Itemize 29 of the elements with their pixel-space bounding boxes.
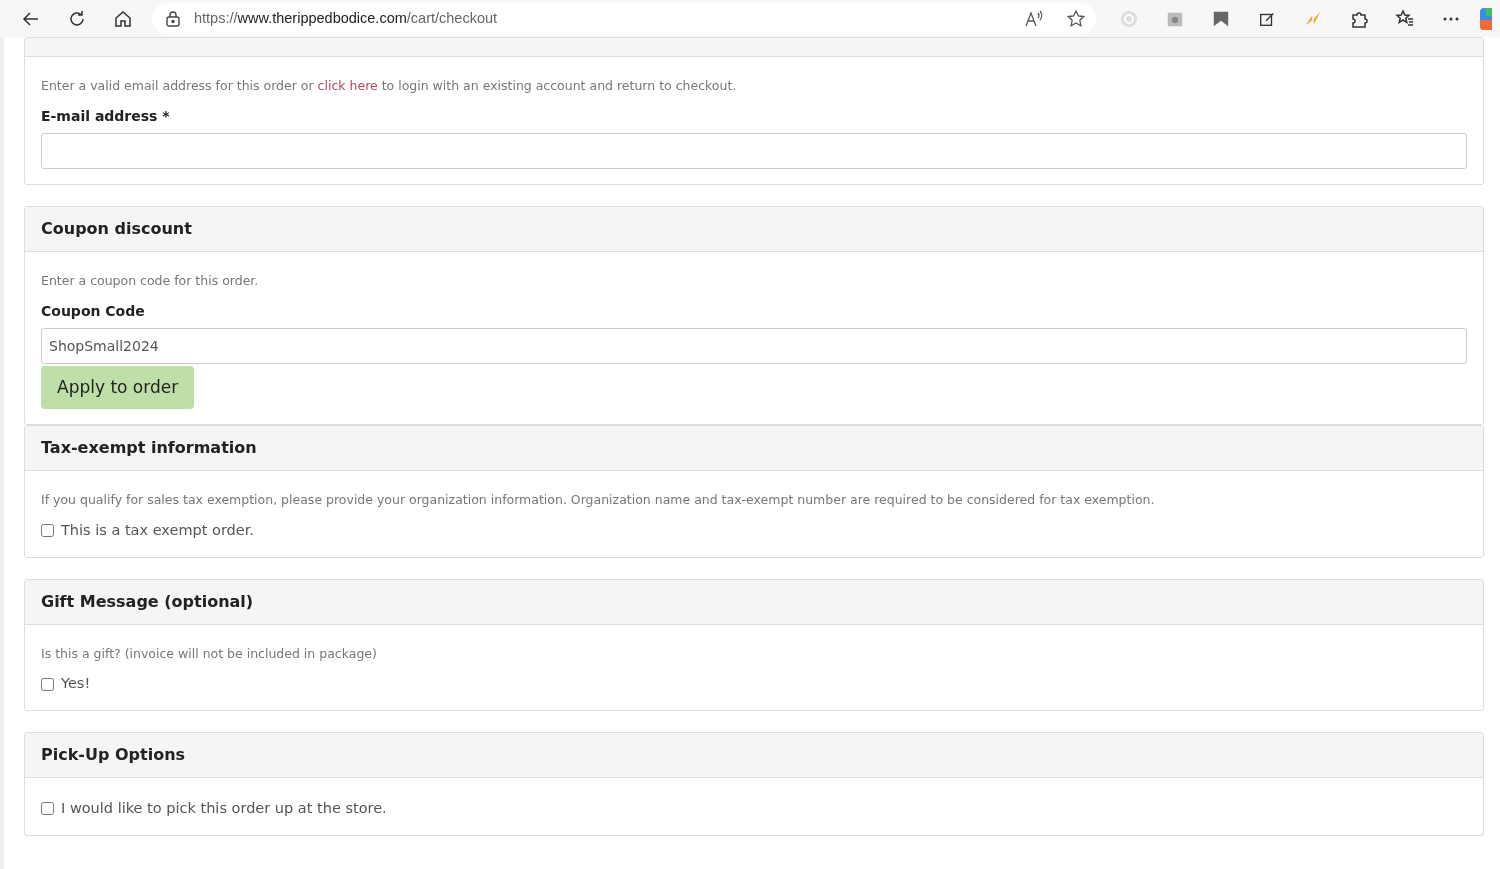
refresh-icon[interactable] — [67, 8, 87, 29]
checkbox-label: Yes! — [61, 674, 91, 694]
star-icon[interactable] — [1066, 8, 1086, 29]
section-title: Coupon discount — [41, 217, 192, 240]
section-title: Tax-exempt information — [41, 437, 257, 459]
checkbox-label: I would like to pick this order up at the store. — [61, 799, 387, 818]
instruction-text: Is this a gift? (invoice will not be included in package) — [41, 644, 378, 663]
address-bar[interactable]: https://www.therippedbodice.com/cart/checkout — [152, 2, 1096, 35]
checkbox[interactable] — [41, 677, 54, 691]
favorites-icon[interactable] — [1395, 8, 1415, 29]
lock-icon[interactable] — [166, 10, 180, 27]
checkbox[interactable] — [41, 802, 54, 816]
apply-button[interactable]: Apply to order — [41, 365, 195, 409]
section-title: Gift Message (optional) — [41, 590, 254, 613]
section-title: Pick-Up Options — [41, 744, 186, 766]
more-icon[interactable] — [1443, 16, 1459, 21]
checkbox-label: This is a tax exempt order. — [61, 520, 254, 540]
instruction-text: Enter a coupon code for this order. — [41, 271, 260, 290]
login-link[interactable]: click here — [317, 78, 378, 93]
copilot-icon[interactable] — [1480, 7, 1492, 30]
instruction-text: Enter a valid email address for this order or click here to login with an existing account and return to checkout. — [41, 77, 738, 95]
instruction-text: If you qualify for sales tax exemption, please provide your organization information. Organization name and tax-exempt number are required to be considered for tax exemption. — [41, 491, 1156, 509]
home-icon[interactable] — [113, 8, 133, 29]
checkbox[interactable] — [41, 524, 54, 538]
field-label: E-mail address * — [41, 106, 171, 126]
input-field[interactable]: ShopSmall2024 — [41, 327, 1467, 364]
bookmark-icon[interactable] — [1212, 9, 1230, 28]
field-label: Coupon Code — [41, 301, 146, 321]
read-aloud-icon[interactable] — [1024, 9, 1044, 28]
